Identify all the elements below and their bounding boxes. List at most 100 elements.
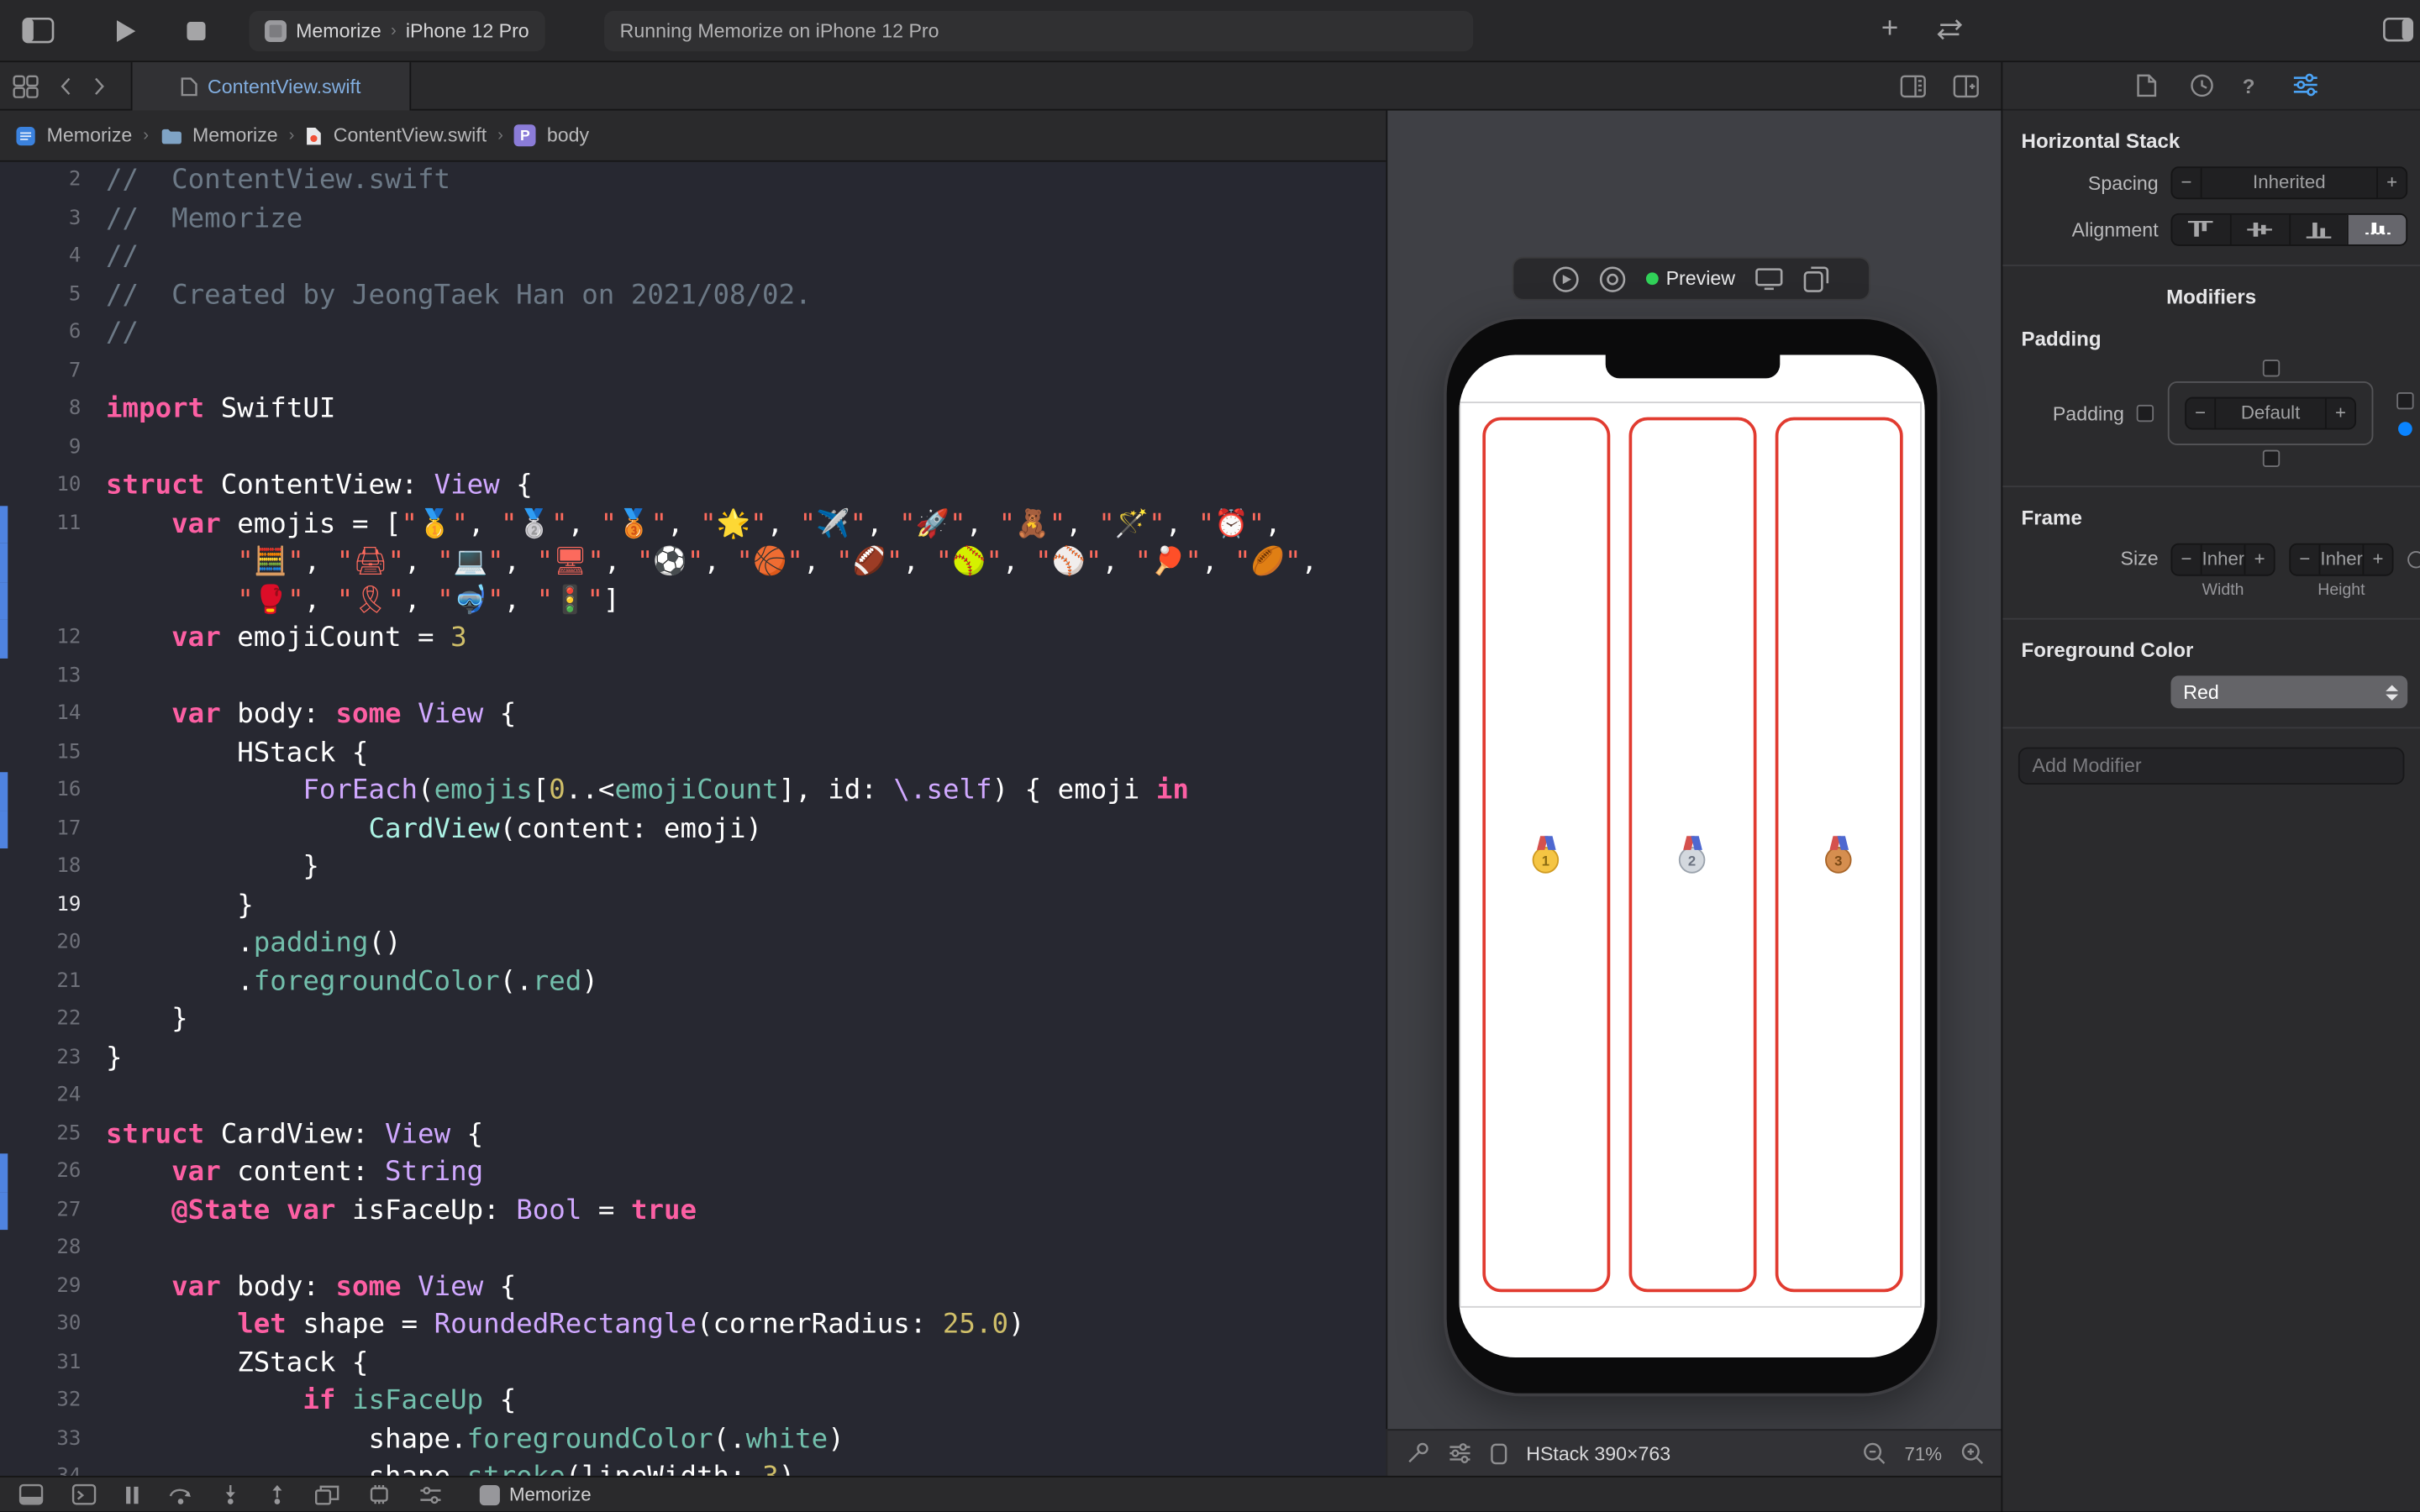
line-number[interactable]: 30 xyxy=(0,1306,81,1344)
line-number[interactable]: 9 xyxy=(0,429,81,467)
code-line[interactable]: 28 xyxy=(0,1230,1386,1268)
line-number[interactable]: 34 xyxy=(0,1459,81,1476)
zoom-level[interactable]: 71% xyxy=(1905,1442,1943,1464)
code-line[interactable]: 31 ZStack { xyxy=(0,1344,1386,1382)
memorize-card[interactable]: 1 xyxy=(1481,417,1609,1293)
scheme-selector[interactable]: Memorize › iPhone 12 Pro xyxy=(250,11,545,51)
code-line[interactable]: 13 xyxy=(0,658,1386,696)
code-line[interactable]: "🧮", "🖨", "💻", "🖥", "⚽️", "🏀", "🏈", "🥎",… xyxy=(0,543,1386,581)
hide-debug-icon[interactable] xyxy=(18,1484,44,1506)
line-number[interactable]: 21 xyxy=(0,963,81,1000)
code-line[interactable]: 16 ForEach(emojis[0..<emojiCount], id: \… xyxy=(0,772,1386,810)
memorize-card[interactable]: 2 xyxy=(1628,417,1756,1293)
line-number[interactable]: 26 xyxy=(0,1153,81,1191)
console-icon[interactable] xyxy=(71,1484,97,1506)
zoom-out-icon[interactable] xyxy=(1862,1441,1886,1465)
device-preview-button[interactable] xyxy=(1755,266,1783,291)
overrides-icon[interactable] xyxy=(419,1484,443,1504)
code-line[interactable]: 33 shape.foregroundColor(.white) xyxy=(0,1420,1386,1458)
line-number[interactable]: 15 xyxy=(0,734,81,772)
code-editor[interactable]: 2// ContentView.swift3// Memorize4//5// … xyxy=(0,162,1386,1476)
memorize-console-tab[interactable]: Memorize xyxy=(480,1484,592,1506)
code-line[interactable]: 20 .padding() xyxy=(0,925,1386,963)
code-line[interactable]: 18 } xyxy=(0,848,1386,886)
breadcrumb-symbol[interactable]: body xyxy=(547,124,589,146)
code-line[interactable]: 30 let shape = RoundedRectangle(cornerRa… xyxy=(0,1306,1386,1344)
file-inspector-tab[interactable] xyxy=(2137,73,2157,98)
line-number[interactable]: 29 xyxy=(0,1268,81,1305)
code-line[interactable]: 29 var body: some View { xyxy=(0,1268,1386,1305)
chevron-left-icon[interactable] xyxy=(59,76,71,97)
run-button[interactable] xyxy=(115,18,137,44)
add-modifier-field[interactable]: Add Modifier xyxy=(2018,748,2405,785)
spacing-stepper[interactable]: − Inherited + xyxy=(2170,166,2407,199)
selectable-mode-button[interactable] xyxy=(1599,265,1626,292)
scheme-destination[interactable]: iPhone 12 Pro xyxy=(406,20,529,42)
sliders-icon[interactable] xyxy=(1449,1443,1472,1463)
breadcrumb-file[interactable]: ContentView.swift xyxy=(334,124,487,146)
code-line[interactable]: 22 } xyxy=(0,1001,1386,1039)
duplicate-preview-button[interactable] xyxy=(1804,265,1831,292)
add-button[interactable]: + xyxy=(1881,13,1899,47)
window-layout-icon[interactable] xyxy=(22,17,55,44)
line-number[interactable]: 16 xyxy=(0,772,81,810)
minimap-icon[interactable] xyxy=(1900,75,1927,98)
code-line[interactable]: 15 HStack { xyxy=(0,734,1386,772)
code-line[interactable]: 25struct CardView: View { xyxy=(0,1116,1386,1153)
memory-icon[interactable] xyxy=(367,1484,391,1506)
padding-decrement-button[interactable]: − xyxy=(2186,398,2214,428)
code-line[interactable]: 7 xyxy=(0,353,1386,391)
line-number[interactable]: 17 xyxy=(0,811,81,848)
line-number[interactable]: 4 xyxy=(0,239,81,276)
line-number[interactable]: 32 xyxy=(0,1383,81,1420)
line-number[interactable] xyxy=(0,543,81,581)
code-line[interactable]: 24 xyxy=(0,1077,1386,1115)
code-line[interactable]: "🥊", "🎗", "🤿", "🚦"] xyxy=(0,581,1386,619)
code-line[interactable]: 23} xyxy=(0,1039,1386,1077)
width-stepper[interactable]: − Inher + xyxy=(2170,543,2275,576)
line-number[interactable]: 3 xyxy=(0,200,81,238)
swap-arrows-icon[interactable] xyxy=(1934,17,1965,42)
line-number[interactable]: 33 xyxy=(0,1420,81,1458)
view-debugger-icon[interactable] xyxy=(314,1484,339,1506)
code-line[interactable]: 19 } xyxy=(0,886,1386,924)
stop-button[interactable] xyxy=(187,22,205,40)
line-number[interactable]: 13 xyxy=(0,658,81,696)
breadcrumb-group[interactable]: Memorize xyxy=(192,124,278,146)
line-number[interactable]: 24 xyxy=(0,1077,81,1115)
line-number[interactable]: 2 xyxy=(0,162,81,200)
code-line[interactable]: 8import SwiftUI xyxy=(0,391,1386,428)
align-bottom-button[interactable] xyxy=(2288,215,2347,244)
line-number[interactable]: 22 xyxy=(0,1001,81,1039)
code-line[interactable]: 10struct ContentView: View { xyxy=(0,467,1386,505)
step-out-icon[interactable] xyxy=(268,1484,287,1506)
code-line[interactable]: 21 .foregroundColor(.red) xyxy=(0,963,1386,1000)
code-line[interactable]: 14 var body: some View { xyxy=(0,696,1386,733)
align-center-button[interactable] xyxy=(2229,215,2288,244)
split-editor-icon[interactable] xyxy=(1953,75,1980,98)
step-over-icon[interactable] xyxy=(168,1484,193,1506)
padding-bottom-checkbox[interactable] xyxy=(2262,450,2279,467)
line-number[interactable]: 20 xyxy=(0,925,81,963)
line-number[interactable]: 7 xyxy=(0,353,81,391)
align-top-button[interactable] xyxy=(2172,215,2229,244)
pin-icon[interactable] xyxy=(1407,1441,1430,1465)
memorize-card[interactable]: 3 xyxy=(1775,417,1902,1293)
line-number[interactable]: 14 xyxy=(0,696,81,733)
spacing-increment-button[interactable]: + xyxy=(2378,168,2406,197)
scheme-app-name[interactable]: Memorize xyxy=(296,20,381,42)
width-increment-button[interactable]: + xyxy=(2245,545,2273,575)
line-number[interactable]: 25 xyxy=(0,1116,81,1153)
code-line[interactable]: 4// xyxy=(0,239,1386,276)
breadcrumb-project[interactable]: Memorize xyxy=(47,124,133,146)
height-decrement-button[interactable]: − xyxy=(2291,545,2318,575)
code-line[interactable]: 27 @State var isFaceUp: Bool = true xyxy=(0,1192,1386,1230)
line-number[interactable]: 18 xyxy=(0,848,81,886)
line-number[interactable]: 31 xyxy=(0,1344,81,1382)
spacing-decrement-button[interactable]: − xyxy=(2172,168,2200,197)
padding-stepper[interactable]: − Default + xyxy=(2185,397,2356,430)
frame-ring-indicator[interactable] xyxy=(2407,551,2420,568)
code-line[interactable]: 6// xyxy=(0,314,1386,352)
code-line[interactable]: 17 CardView(content: emoji) xyxy=(0,811,1386,848)
code-line[interactable]: 2// ContentView.swift xyxy=(0,162,1386,200)
